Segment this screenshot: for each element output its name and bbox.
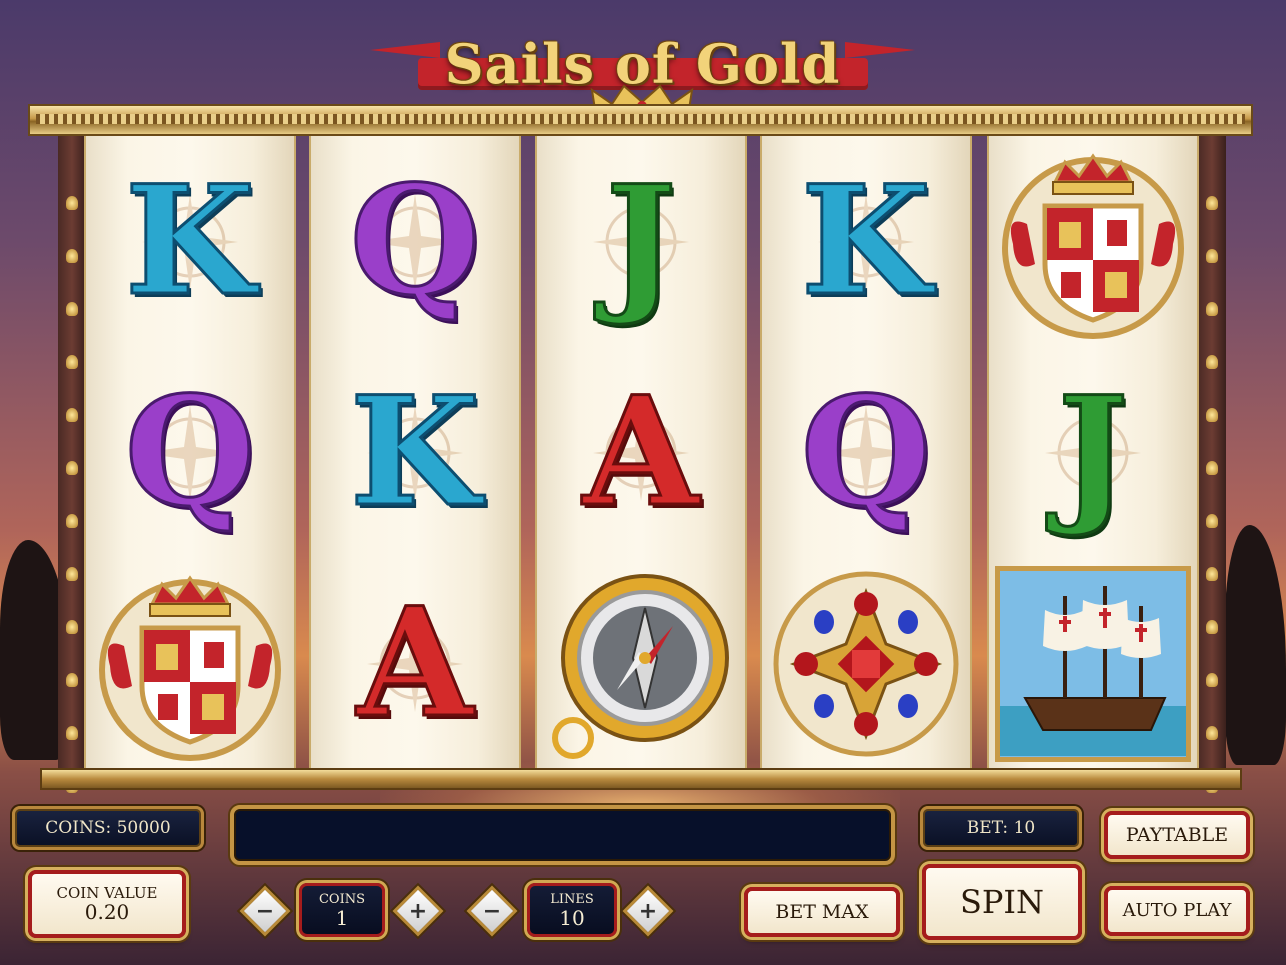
symbol-j: J	[1056, 363, 1130, 542]
auto-play-label: AUTO PLAY	[1122, 900, 1232, 921]
reel-cell: J	[537, 136, 745, 347]
coin-value-display[interactable]: COIN VALUE 0.20	[28, 870, 186, 938]
reel-cell	[989, 558, 1197, 769]
lines-decrease-button[interactable]: −	[466, 885, 518, 937]
reel-frame-top	[28, 104, 1253, 136]
reel-cell: Q	[86, 347, 294, 558]
symbol-k: K	[799, 152, 932, 331]
reel-frame-right	[1198, 136, 1226, 793]
frame-stud-icon	[66, 620, 78, 634]
reel-cell: J	[989, 347, 1197, 558]
frame-stud-icon	[66, 196, 78, 210]
frame-stud-icon	[1206, 408, 1218, 422]
plus-icon: +	[408, 898, 428, 924]
reel-cell	[537, 558, 745, 769]
coin-value-value: 0.20	[84, 900, 130, 924]
frame-stud-icon	[66, 461, 78, 475]
lines-stepper-label: LINES	[550, 891, 594, 907]
coins-decrease-button[interactable]: −	[239, 885, 291, 937]
frame-stud-icon	[66, 249, 78, 263]
palm-tree-right	[1225, 525, 1286, 765]
spin-label: SPIN	[959, 883, 1045, 921]
reel-frame-left	[58, 136, 86, 793]
ruby-jewel-icon	[768, 566, 964, 762]
frame-stud-icon	[1206, 355, 1218, 369]
coat-of-arms-icon	[995, 144, 1191, 340]
reel-frame-bottom	[40, 768, 1242, 790]
frame-stud-icon	[66, 302, 78, 316]
pocket-compass-icon	[543, 566, 739, 762]
bet-max-button[interactable]: BET MAX	[744, 887, 900, 937]
lines-increase-button[interactable]: +	[622, 885, 674, 937]
reel-cell	[762, 558, 970, 769]
reel-cell: K	[86, 136, 294, 347]
minus-icon: −	[482, 898, 502, 924]
plus-icon: +	[638, 898, 658, 924]
bet-display: BET: 10	[920, 806, 1082, 850]
reel-cell	[989, 136, 1197, 347]
frame-stud-icon	[66, 567, 78, 581]
message-bar	[230, 805, 895, 865]
symbol-q: Q	[123, 363, 257, 542]
symbol-k: K	[123, 152, 256, 331]
coins-balance-display: COINS: 50000	[12, 806, 204, 850]
paytable-label: PAYTABLE	[1125, 824, 1229, 846]
paytable-button[interactable]: PAYTABLE	[1104, 811, 1250, 859]
minus-icon: −	[255, 898, 275, 924]
coins-increase-button[interactable]: +	[392, 885, 444, 937]
auto-play-button[interactable]: AUTO PLAY	[1104, 886, 1250, 936]
coins-stepper: COINS 1	[299, 883, 385, 937]
frame-stud-icon	[66, 408, 78, 422]
frame-stud-icon	[1206, 514, 1218, 528]
coat-of-arms-icon	[92, 566, 288, 762]
spin-button[interactable]: SPIN	[922, 864, 1082, 940]
symbol-a: A	[355, 574, 474, 753]
symbol-a: A	[581, 363, 700, 542]
galleon-ship-icon	[994, 565, 1192, 763]
coins-stepper-value: 1	[335, 905, 349, 930]
frame-stud-icon	[1206, 302, 1218, 316]
frame-stud-icon	[1206, 673, 1218, 687]
reel-cell	[86, 558, 294, 769]
reel-3: J A	[535, 136, 747, 769]
frame-stud-icon	[1206, 249, 1218, 263]
reel-1: K Q	[84, 136, 296, 769]
reel-cell: K	[311, 347, 519, 558]
bet-text: BET: 10	[966, 818, 1036, 838]
lines-stepper: LINES 10	[527, 883, 617, 937]
symbol-q: Q	[799, 363, 933, 542]
reel-cell: Q	[311, 136, 519, 347]
bet-max-label: BET MAX	[775, 901, 869, 923]
frame-stud-icon	[1206, 196, 1218, 210]
frame-stud-icon	[66, 673, 78, 687]
frame-stud-icon	[66, 355, 78, 369]
reel-cell: K	[762, 136, 970, 347]
coin-value-label: COIN VALUE	[56, 884, 158, 902]
symbol-k: K	[348, 363, 481, 542]
frame-stud-icon	[1206, 567, 1218, 581]
reel-2: Q K A	[309, 136, 521, 769]
reel-cell: A	[311, 558, 519, 769]
reel-cell: A	[537, 347, 745, 558]
frame-stud-icon	[66, 514, 78, 528]
frame-stud-icon	[66, 726, 78, 740]
lines-stepper-value: 10	[559, 905, 585, 930]
frame-stud-icon	[1206, 620, 1218, 634]
frame-stud-icon	[1206, 726, 1218, 740]
reel-4: K Q	[760, 136, 972, 769]
symbol-j: J	[604, 152, 678, 331]
coins-stepper-label: COINS	[318, 891, 366, 907]
coins-balance-text: COINS: 50000	[45, 818, 171, 838]
frame-stud-icon	[1206, 461, 1218, 475]
symbol-q: Q	[348, 152, 482, 331]
reel-5: J	[987, 136, 1199, 769]
reel-cell: Q	[762, 347, 970, 558]
